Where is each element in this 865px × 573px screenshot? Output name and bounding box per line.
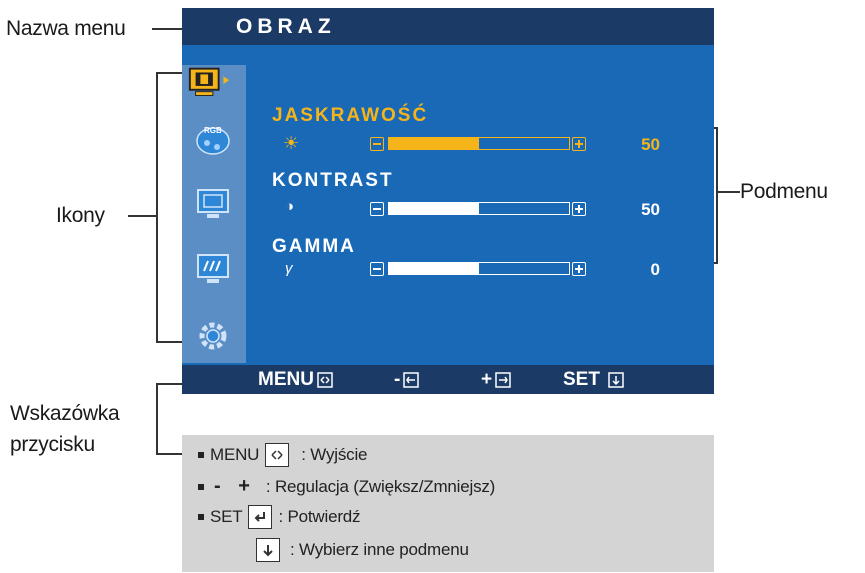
bullet: [198, 514, 204, 520]
brightness-track: [388, 137, 570, 150]
callout-button-hint-2: przycisku: [10, 433, 95, 456]
legend-menu-label: MENU: [210, 445, 260, 464]
legend-menu-desc: : Wyjście: [301, 445, 368, 464]
item-label-contrast: KONTRAST: [272, 170, 394, 191]
contrast-icon: ◑: [285, 198, 295, 215]
bullet: [198, 483, 204, 490]
footer-plus-key[interactable]: +: [481, 365, 511, 394]
display-setup-icon[interactable]: [189, 180, 237, 228]
left-arrow-icon: [403, 371, 420, 388]
callout-icons-line: [128, 215, 156, 217]
footer-plus-label: +: [481, 369, 493, 390]
footer-menu-label: MENU: [258, 369, 314, 390]
footer-menu-key[interactable]: MENU: [258, 365, 333, 394]
legend-set-desc: : Potwierdź: [278, 507, 361, 526]
callout-submenu-line: [716, 191, 740, 193]
legend-row-select: : Wybierz inne podmenu: [256, 538, 469, 562]
legend-select-desc: : Wybierz inne podmenu: [290, 540, 469, 559]
legend-set-label: SET: [210, 507, 243, 526]
footer-set-key[interactable]: SET: [563, 365, 624, 394]
contrast-value: 50: [641, 200, 660, 219]
legend-row-adjust: - + : Regulacja (Zwiększ/Zmniejsz): [198, 475, 495, 498]
callout-menu-name-line: [152, 28, 182, 30]
legend-adjust-symbols: - +: [214, 475, 256, 497]
callout-button-hint-1: Wskazówka: [10, 402, 120, 425]
settings-gear-icon[interactable]: [189, 312, 237, 360]
down-arrow-icon: [608, 371, 624, 388]
footer-set-label: SET: [563, 369, 600, 390]
brightness-value: 50: [641, 135, 660, 154]
callout-menu-name: Nazwa menu: [6, 17, 126, 40]
rgb-color-icon[interactable]: RGB: [189, 115, 237, 163]
legend-row-menu: MENU : Wyjście: [198, 443, 368, 467]
down-arrow-icon: [256, 538, 280, 562]
right-arrow-icon: [495, 371, 511, 388]
brightness-icon: ☀: [283, 133, 300, 153]
item-label-brightness: JASKRAWOŚĆ: [272, 105, 429, 126]
gamma-value: 0: [650, 260, 660, 279]
legend-row-set: SET : Potwierdź: [198, 505, 361, 529]
callout-submenu: Podmenu: [740, 180, 828, 203]
exit-arrows-icon: [265, 443, 290, 467]
enter-key-icon: [248, 505, 273, 529]
rgb-label: RGB: [204, 126, 222, 135]
item-label-gamma: GAMMA: [272, 236, 356, 257]
legend-adjust-desc: : Regulacja (Zwiększ/Zmniejsz): [265, 476, 496, 496]
footer-minus-label: -: [394, 369, 401, 390]
gamma-track: [388, 262, 570, 275]
bullet: [198, 452, 204, 458]
footer-minus-key[interactable]: -: [394, 365, 420, 394]
screen-wave-icon[interactable]: [189, 245, 237, 293]
exit-arrows-icon: [317, 371, 333, 388]
gamma-icon: γ: [285, 260, 293, 277]
osd-title: OBRAZ: [236, 15, 336, 38]
contrast-track: [388, 202, 570, 215]
picture-icon[interactable]: [186, 60, 234, 108]
callout-icons: Ikony: [56, 204, 105, 227]
